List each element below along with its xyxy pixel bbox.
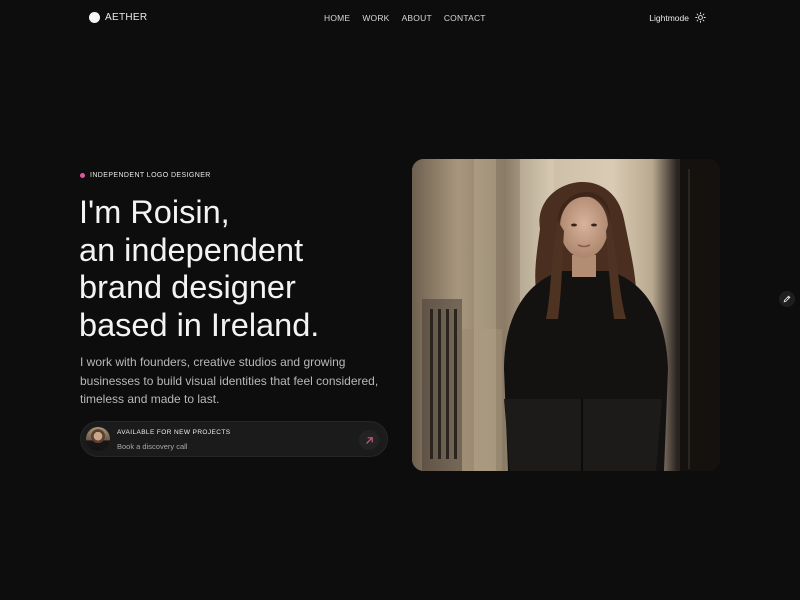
avatar <box>86 427 110 451</box>
nav-link-work[interactable]: WORK <box>362 13 389 23</box>
headline-line-2: an independent <box>79 231 304 268</box>
theme-toggle-label: Lightmode <box>649 12 689 23</box>
headline-line-4: based in Ireland. <box>79 306 320 343</box>
book-call-button[interactable]: AVAILABLE FOR NEW PROJECTS Book a discov… <box>80 421 388 457</box>
hero-lead: I work with founders, creative studios a… <box>80 355 379 406</box>
hero-headline: I'm Roisin, an independent brand designe… <box>79 194 399 344</box>
page: AETHER HOME WORK ABOUT CONTACT Lightmode <box>0 0 800 600</box>
portrait-photo <box>412 159 720 471</box>
brand-logo[interactable]: AETHER <box>89 12 147 23</box>
edit-button[interactable] <box>779 291 795 307</box>
headline-line-1: I'm Roisin, <box>79 194 230 230</box>
theme-toggle[interactable]: Lightmode <box>649 12 706 23</box>
pencil-icon <box>783 295 791 303</box>
headline-line-3: brand designer <box>79 269 296 305</box>
hero-tagline: INDEPENDENT LOGO DESIGNER <box>80 172 211 179</box>
status-dot-icon <box>80 173 85 178</box>
brand-mark-icon <box>89 12 100 23</box>
sun-icon <box>695 12 706 23</box>
cta-subtitle: Book a discovery call <box>117 442 188 451</box>
hero-tagline-text: INDEPENDENT LOGO DESIGNER <box>90 172 211 179</box>
top-nav: AETHER HOME WORK ABOUT CONTACT Lightmode <box>0 0 800 36</box>
nav-link-contact[interactable]: CONTACT <box>444 13 486 23</box>
arrow-up-right-icon <box>359 430 379 450</box>
main-menu: HOME WORK ABOUT CONTACT <box>324 13 486 23</box>
cta-title: AVAILABLE FOR NEW PROJECTS <box>117 429 231 436</box>
nav-link-home[interactable]: HOME <box>324 13 350 23</box>
portrait-illustration <box>412 159 720 471</box>
brand-name: AETHER <box>105 12 148 23</box>
nav-link-about[interactable]: ABOUT <box>402 13 432 23</box>
